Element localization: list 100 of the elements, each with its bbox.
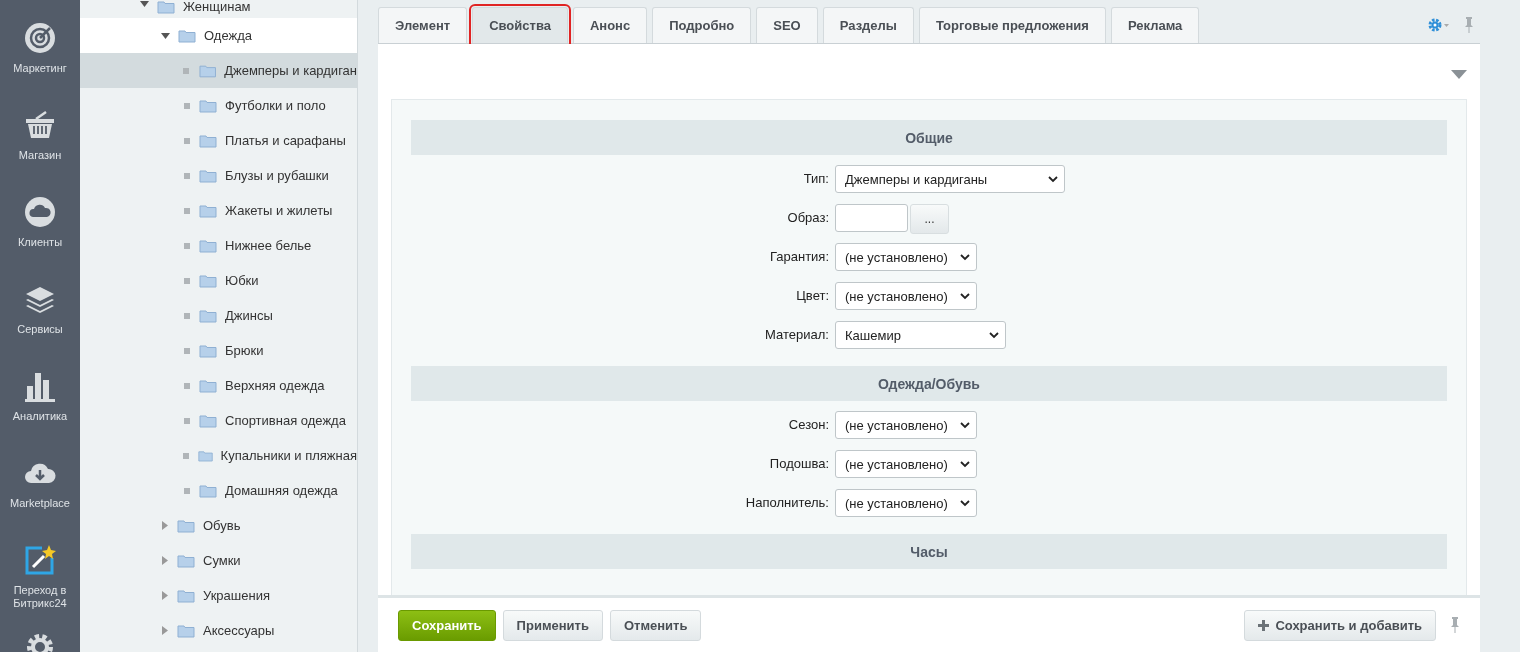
chevron-icon xyxy=(959,499,970,507)
bullet-icon xyxy=(183,382,190,389)
tree-item[interactable]: Купальники и пляжная xyxy=(80,438,357,473)
rail-label: Сервисы xyxy=(17,323,63,336)
rail-item[interactable]: Клиенты xyxy=(0,196,80,283)
expand-arrow-icon[interactable] xyxy=(161,626,169,635)
tree-item[interactable]: Верхняя одежда xyxy=(80,368,357,403)
tab[interactable]: Реклама xyxy=(1110,7,1200,43)
tab[interactable]: Анонс xyxy=(572,7,648,43)
collapse-arrow-icon[interactable] xyxy=(140,0,149,8)
chevron-icon xyxy=(959,292,970,300)
rail-label: Переход в Битрикс24 xyxy=(12,584,68,610)
pin-icon[interactable] xyxy=(1450,617,1460,633)
tree-item[interactable]: Джемперы и кардиган xyxy=(80,53,357,88)
basket-icon xyxy=(24,109,56,141)
bullet-icon xyxy=(183,312,190,319)
action-button[interactable]: Применить xyxy=(502,609,603,641)
tree-item[interactable]: Одежда xyxy=(80,18,357,53)
tree-item[interactable]: Платья и сарафаны xyxy=(80,123,357,158)
tree-item[interactable]: Нижнее белье xyxy=(80,228,357,263)
collapse-arrow-icon[interactable] xyxy=(161,31,170,40)
folder-icon xyxy=(199,413,217,428)
bullet-icon xyxy=(182,452,189,459)
rail-item[interactable]: Магазин xyxy=(0,109,80,196)
folder-icon xyxy=(199,378,217,393)
chevron-icon xyxy=(989,331,999,339)
tree-item[interactable]: Жакеты и жилеты xyxy=(80,193,357,228)
tree-item-label: Обувь xyxy=(203,518,241,533)
tree-item-label: Украшения xyxy=(203,588,270,603)
bullet-icon xyxy=(183,137,190,144)
select-field[interactable]: (не установлено) xyxy=(835,489,977,517)
select-field[interactable]: (не установлено) xyxy=(835,282,977,310)
tab[interactable]: Торговые предложения xyxy=(918,7,1106,43)
folder-icon xyxy=(199,168,217,183)
folder-icon xyxy=(157,0,175,14)
tree-item[interactable]: Блузы и рубашки xyxy=(80,158,357,193)
tree-item[interactable]: Украшения xyxy=(80,578,357,613)
folder-icon xyxy=(199,203,217,218)
tree-item-label: Джемперы и кардиган xyxy=(224,63,357,78)
input-field[interactable] xyxy=(835,204,908,232)
browse-button[interactable]: ... xyxy=(910,204,949,234)
target-icon xyxy=(24,22,56,54)
tab[interactable]: Разделы xyxy=(822,7,914,43)
select-field[interactable]: Джемперы и кардиганы xyxy=(835,165,1065,193)
tab[interactable]: Свойства xyxy=(472,7,568,43)
tree-item[interactable]: Юбки xyxy=(80,263,357,298)
expand-arrow-icon[interactable] xyxy=(161,591,169,600)
bullet-icon xyxy=(183,67,190,74)
tree-item-label: Платья и сарафаны xyxy=(225,133,346,148)
tree-item[interactable]: Джинсы xyxy=(80,298,357,333)
plus-icon xyxy=(1258,619,1270,631)
action-button[interactable]: Отменить xyxy=(609,609,702,641)
folder-icon xyxy=(178,28,196,43)
bullet-icon xyxy=(183,347,190,354)
folder-icon xyxy=(177,518,195,533)
tree-item-label: Женщинам xyxy=(183,0,251,14)
select-field[interactable]: (не установлено) xyxy=(835,411,977,439)
tree-item[interactable]: Футболки и поло xyxy=(80,88,357,123)
rail-item[interactable]: Аналитика xyxy=(0,370,80,457)
tree-item[interactable]: Брюки xyxy=(80,333,357,368)
tree-item[interactable]: Сумки xyxy=(80,543,357,578)
pin-icon[interactable] xyxy=(1464,17,1474,33)
tree-item[interactable]: Домашняя одежда xyxy=(80,473,357,508)
rail-item[interactable]: Сервисы xyxy=(0,283,80,370)
select-field[interactable]: (не установлено) xyxy=(835,243,977,271)
tree-item-label: Брюки xyxy=(225,343,264,358)
tab[interactable]: Элемент xyxy=(378,7,468,43)
field-label: Наполнитель: xyxy=(744,494,829,510)
tree-item-label: Джинсы xyxy=(225,308,273,323)
folder-icon xyxy=(177,588,195,603)
tree-item[interactable]: Женщинам xyxy=(80,0,357,18)
bullet-icon xyxy=(183,172,190,179)
rail-item[interactable]: Переход в Битрикс24 xyxy=(0,544,80,631)
tree-item-label: Купальники и пляжная xyxy=(220,448,357,463)
select-field[interactable]: (не установлено) xyxy=(835,450,977,478)
settings-icon[interactable] xyxy=(1428,18,1450,32)
section-header: Общие xyxy=(411,120,1447,155)
bullet-icon xyxy=(183,207,190,214)
tab[interactable]: Подробно xyxy=(652,7,752,43)
tree-item-label: Аксессуары xyxy=(203,623,275,638)
folder-icon xyxy=(197,448,213,463)
field-label: Тип: xyxy=(802,170,829,186)
select-field[interactable]: Кашемир xyxy=(835,321,1006,349)
tree-item[interactable]: Аксессуары xyxy=(80,613,357,648)
tab[interactable]: SEO xyxy=(756,7,818,43)
collapse-icon[interactable] xyxy=(1451,70,1467,79)
chevron-icon xyxy=(1048,175,1058,183)
expand-arrow-icon[interactable] xyxy=(161,556,169,565)
bullet-icon xyxy=(183,417,190,424)
expand-arrow-icon[interactable] xyxy=(161,521,169,530)
tree-item-label: Юбки xyxy=(225,273,259,288)
folder-icon xyxy=(198,63,217,78)
folder-icon xyxy=(199,308,217,323)
save-add-button[interactable]: Сохранить и добавить xyxy=(1244,609,1436,641)
chevron-icon xyxy=(959,460,970,468)
field-label: Образ: xyxy=(786,209,829,225)
rail-item[interactable]: Marketplace xyxy=(0,457,80,544)
tree-item[interactable]: Спортивная одежда xyxy=(80,403,357,438)
rail-item[interactable]: Маркетинг xyxy=(0,22,80,109)
tree-item[interactable]: Обувь xyxy=(80,508,357,543)
